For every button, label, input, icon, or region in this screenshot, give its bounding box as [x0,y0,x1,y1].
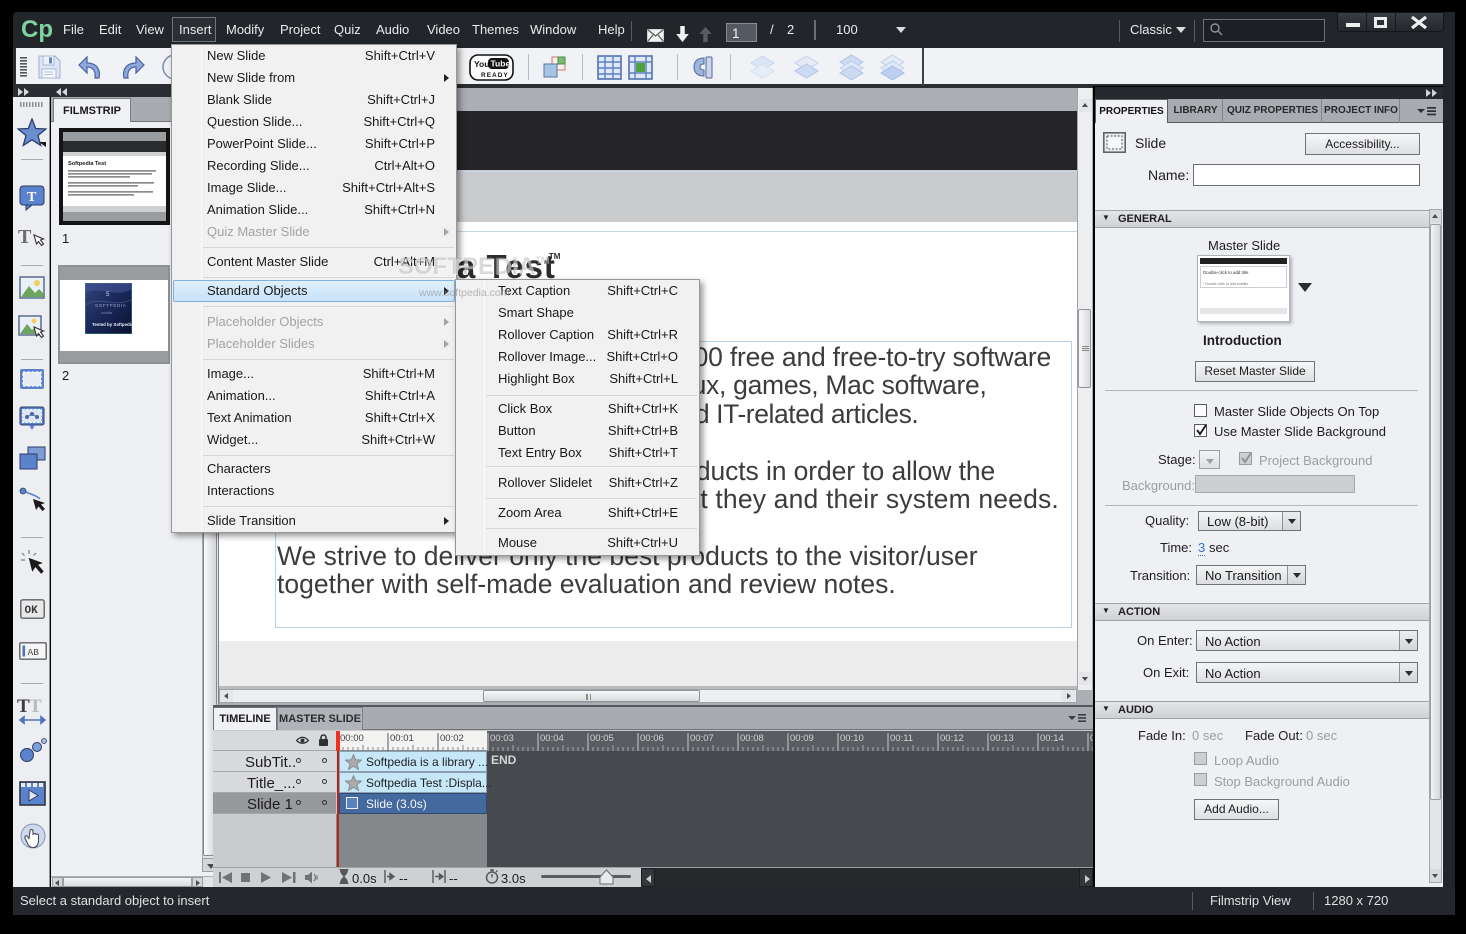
svg-text:T: T [29,696,42,717]
svg-text:T: T [27,190,37,205]
svg-text:00:14: 00:14 [1040,733,1064,744]
svg-text:00:11: 00:11 [890,733,913,744]
svg-text:00:00: 00:00 [340,733,364,744]
svg-text:SOFTPEDIA: SOFTPEDIA [95,303,127,308]
svg-text:00:13: 00:13 [990,733,1014,744]
svg-text:* Double-click to add subtitle: * Double-click to add subtitle [1203,282,1248,286]
svg-text:00:10: 00:10 [840,733,864,744]
svg-text:subtitle: subtitle [101,311,112,315]
svg-text:Tested by Softpedia: Tested by Softpedia [92,322,132,327]
svg-text:Double-click to add title: Double-click to add title [1203,270,1249,275]
svg-text:00:06: 00:06 [640,733,664,744]
svg-text:AB: AB [28,647,40,658]
svg-text:READY: READY [481,72,509,79]
svg-text:Softpedia Test: Softpedia Test [68,161,106,167]
svg-text:Tube: Tube [491,59,511,69]
svg-text:00:12: 00:12 [940,733,964,744]
svg-text:00:07: 00:07 [690,733,714,744]
svg-text:00:01: 00:01 [390,733,414,744]
svg-text:00:03: 00:03 [490,733,514,744]
svg-text:00:09: 00:09 [790,733,814,744]
svg-text:OK: OK [25,605,39,617]
svg-text:00:02: 00:02 [440,733,464,744]
svg-text:00:08: 00:08 [740,733,764,744]
svg-text:00:05: 00:05 [590,733,614,744]
svg-text:T: T [18,226,32,248]
svg-text:00:15: 00:15 [1090,733,1093,744]
svg-text:00:04: 00:04 [540,733,564,744]
svg-text:You: You [474,59,489,69]
